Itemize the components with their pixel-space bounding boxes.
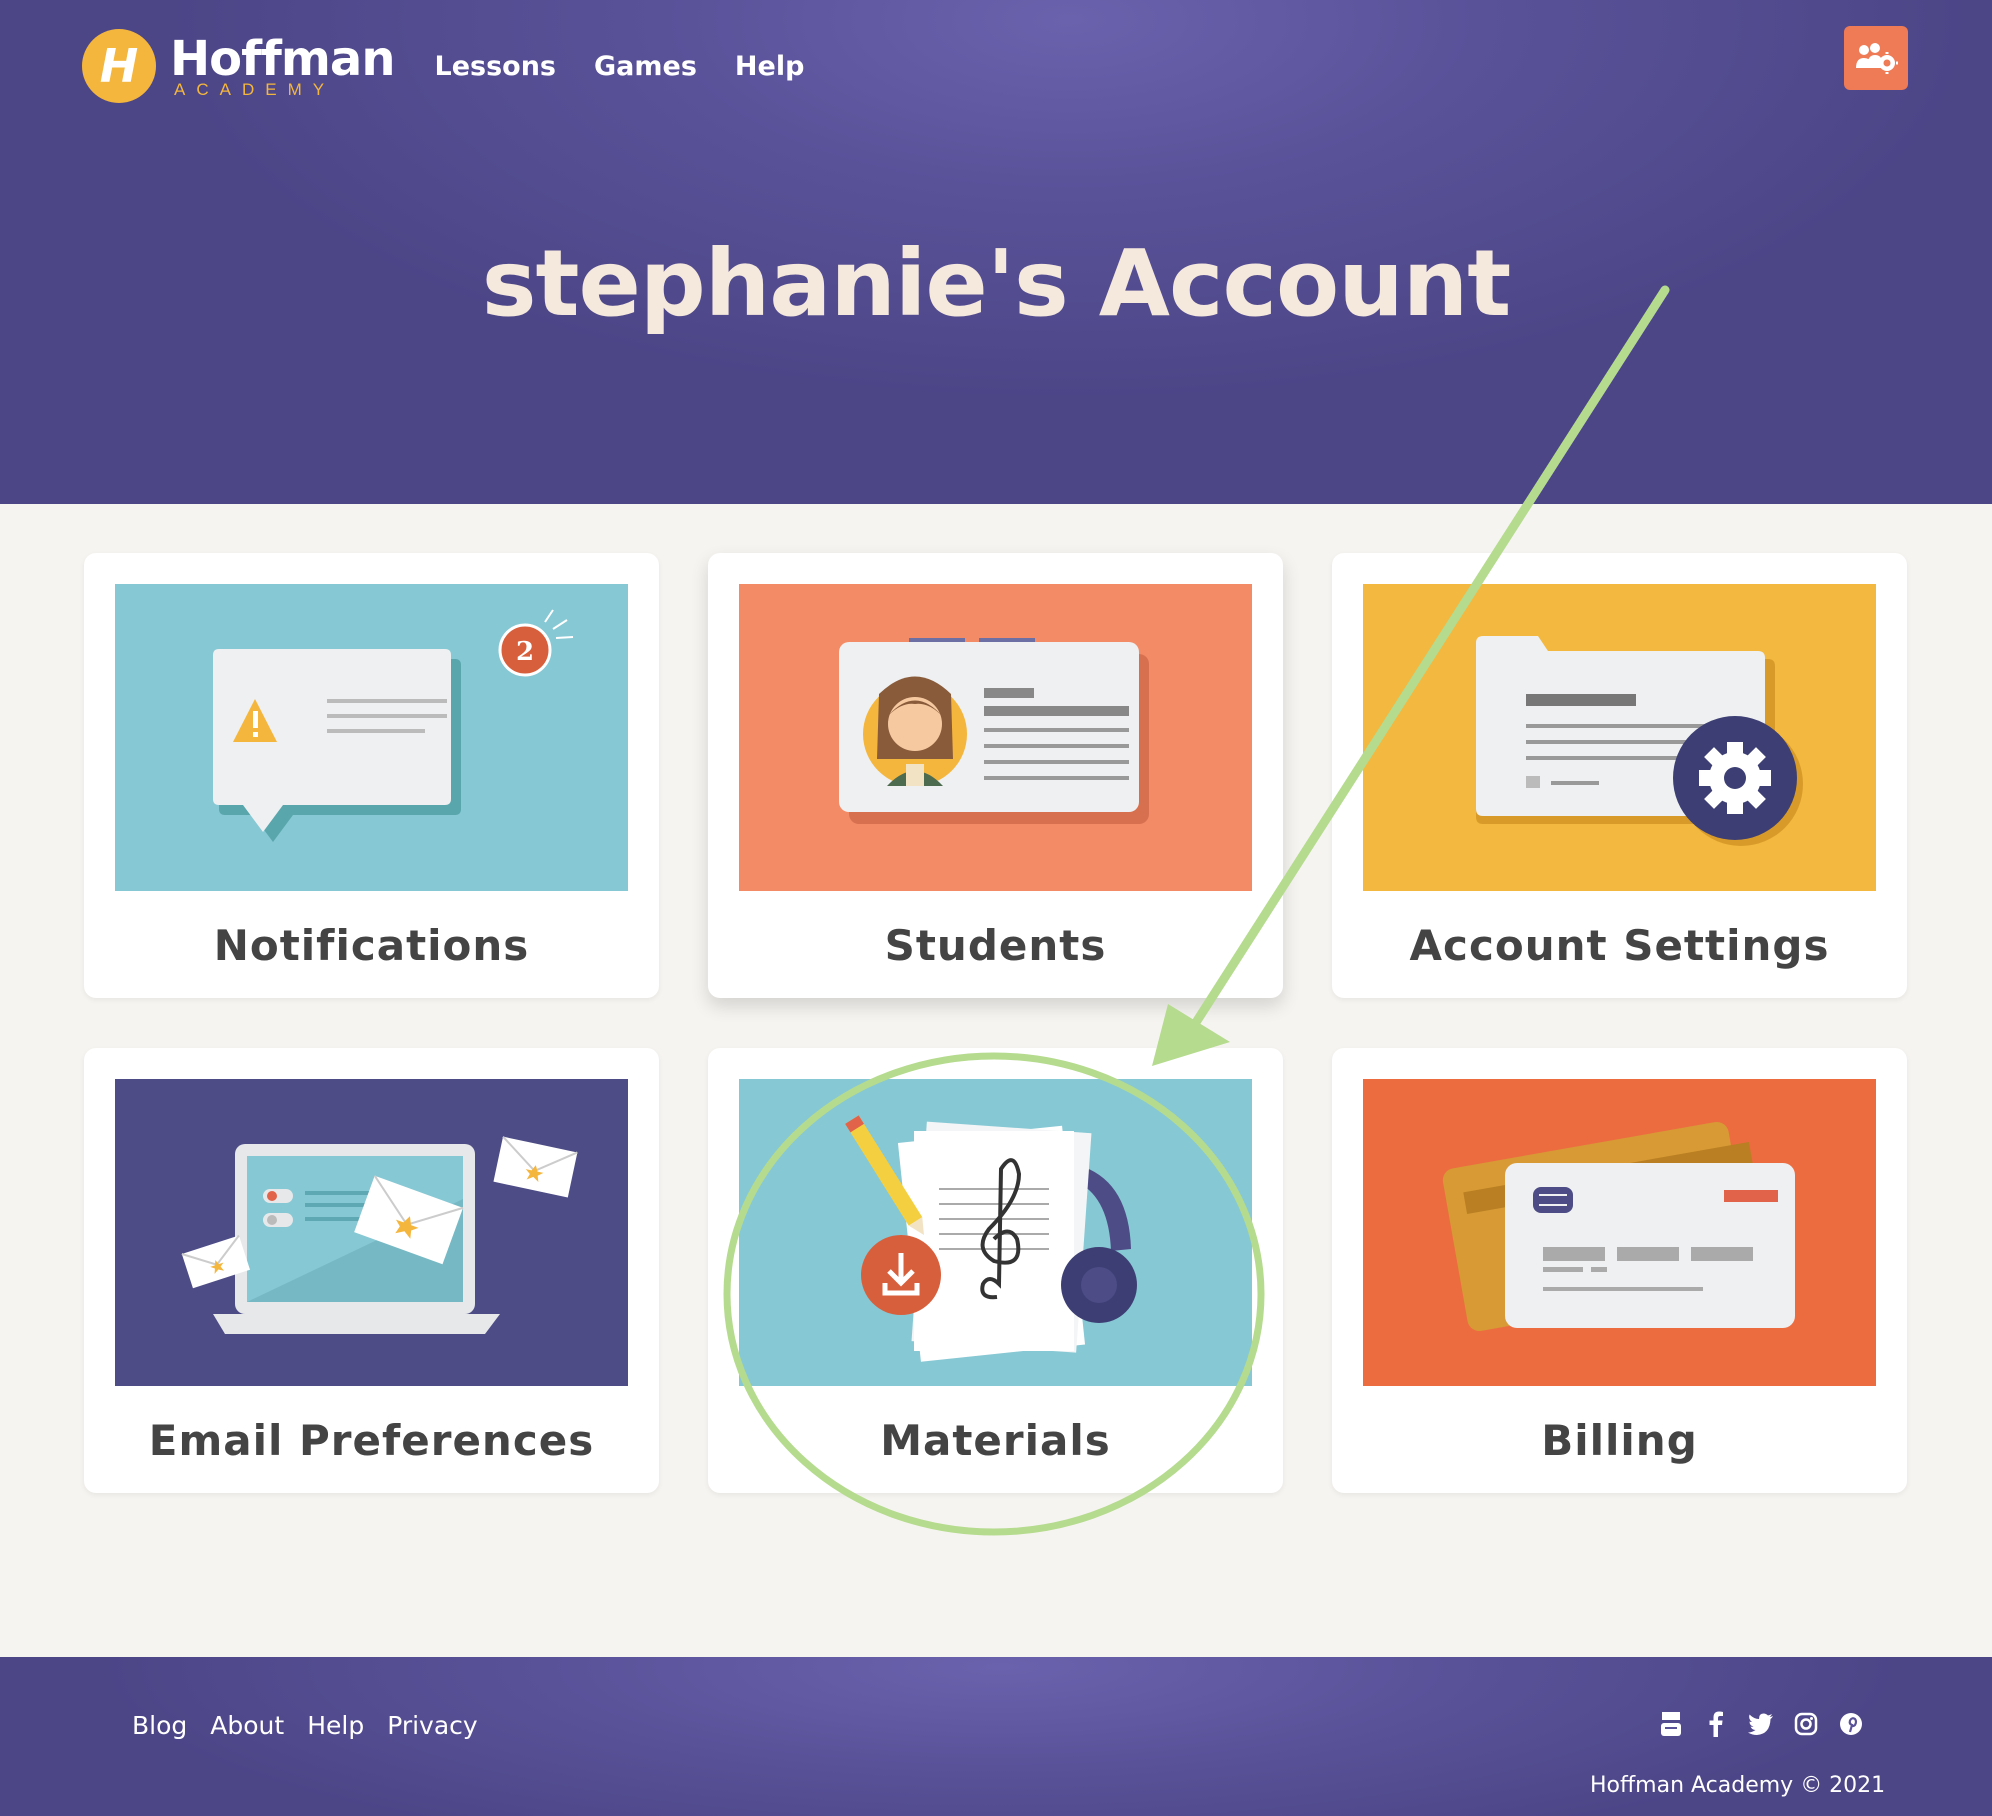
card-email-preferences[interactable]: Email Preferences [84,1048,659,1493]
card-billing[interactable]: Billing [1332,1048,1907,1493]
facebook-icon[interactable] [1701,1709,1731,1739]
logo-name: Hoffman [170,30,395,87]
footer-links: Blog About Help Privacy [132,1711,501,1740]
logo-letter: H [99,39,139,93]
card-label-account-settings: Account Settings [1409,921,1830,970]
card-label-students: Students [884,921,1107,970]
nav-links: Lessons Games Help [435,51,843,82]
card-label-email-preferences: Email Preferences [148,1416,595,1465]
logo-text: Hoffman ACADEMY [170,35,395,98]
logo-subtitle: ACADEMY [174,79,336,99]
students-illustration [739,584,1252,891]
card-label-billing: Billing [1541,1416,1698,1465]
billing-illustration [1363,1079,1876,1386]
page-title: stephanie's Account [481,230,1511,337]
card-students[interactable]: Students [708,553,1283,998]
pinterest-icon[interactable] [1836,1709,1866,1739]
youtube-icon[interactable] [1656,1709,1686,1739]
twitter-icon[interactable] [1746,1709,1776,1739]
materials-illustration [739,1079,1252,1386]
card-account-settings[interactable]: Account Settings [1332,553,1907,998]
footer-link-about[interactable]: About [210,1711,284,1740]
logo[interactable]: H Hoffman ACADEMY [82,29,395,103]
card-label-materials: Materials [880,1416,1111,1465]
account-settings-illustration [1363,584,1876,891]
footer-link-blog[interactable]: Blog [132,1711,187,1740]
notification-count-badge: 2 [516,637,534,667]
logo-badge-icon: H [82,29,156,103]
footer-link-help[interactable]: Help [307,1711,364,1740]
copyright: Hoffman Academy © 2021 [1590,1773,1886,1798]
nav-link-help[interactable]: Help [735,51,805,82]
card-label-notifications: Notifications [213,921,530,970]
email-preferences-illustration [115,1079,628,1386]
social-links [1656,1709,1881,1739]
hero-banner: H Hoffman ACADEMY Lessons Games Help ste… [0,0,1992,504]
family-settings-icon [1856,43,1898,74]
card-materials[interactable]: Materials [708,1048,1283,1493]
instagram-icon[interactable] [1791,1709,1821,1739]
notifications-illustration: 2 [115,584,628,891]
footer: Blog About Help Privacy Hoffman Academy … [0,1657,1992,1816]
card-notifications[interactable]: 2 Notifications [84,553,659,998]
nav-link-games[interactable]: Games [594,51,697,82]
account-menu-button[interactable] [1844,26,1908,90]
nav-link-lessons[interactable]: Lessons [435,51,557,82]
top-nav: H Hoffman ACADEMY Lessons Games Help [82,24,842,108]
footer-link-privacy[interactable]: Privacy [387,1711,478,1740]
